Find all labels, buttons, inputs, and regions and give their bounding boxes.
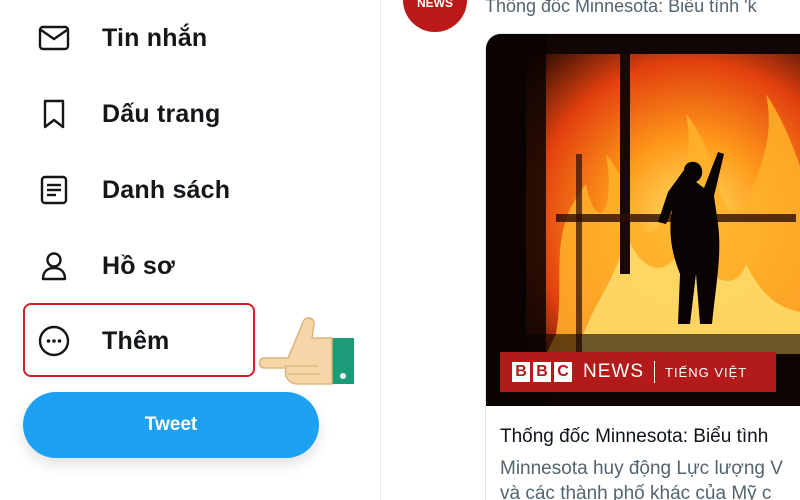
sidebar-item-messages[interactable]: Tin nhắn xyxy=(36,13,207,63)
sidebar-item-bookmarks[interactable]: Dấu trang xyxy=(36,89,220,139)
card-description: Minnesota huy động Lực lượng V và các th… xyxy=(500,456,783,500)
bookmark-icon xyxy=(36,96,72,132)
sidebar-item-label: Dấu trang xyxy=(102,99,221,128)
sidebar: Tin nhắn Dấu trang Danh sách Hồ sơ Thêm … xyxy=(0,0,380,500)
avatar-label: NEWS xyxy=(417,0,453,10)
mail-icon xyxy=(36,20,72,56)
sidebar-item-label: Hồ sơ xyxy=(102,251,175,280)
profile-icon xyxy=(36,248,72,284)
bbc-news-logo: B B C NEWS TIẾNG VIỆT xyxy=(500,352,776,392)
bbc-letter: B xyxy=(512,362,530,382)
sidebar-item-more[interactable]: Thêm xyxy=(36,316,169,366)
bbc-letter: B xyxy=(533,362,551,382)
tweet-header-text: Thống đốc Minnesota: Biểu tình 'k xyxy=(485,0,757,16)
bbc-letter: C xyxy=(554,362,572,382)
more-circle-icon xyxy=(36,323,72,359)
sidebar-item-label: Tin nhắn xyxy=(102,23,208,52)
brand-separator xyxy=(654,361,655,383)
card-desc-line: và các thành phố khác của Mỹ c xyxy=(500,483,772,500)
feed: NEWS Thống đốc Minnesota: Biểu tình 'k B… xyxy=(381,0,800,500)
card-title: Thống đốc Minnesota: Biểu tình xyxy=(500,426,769,447)
brand-news: NEWS xyxy=(583,361,644,382)
card-desc-line: Minnesota huy động Lực lượng V xyxy=(500,458,783,479)
pointing-hand-icon xyxy=(258,312,358,395)
brand-subtitle: TIẾNG VIỆT xyxy=(665,364,748,380)
avatar[interactable]: NEWS xyxy=(403,0,467,32)
sidebar-item-lists[interactable]: Danh sách xyxy=(36,165,230,215)
sidebar-item-profile[interactable]: Hồ sơ xyxy=(36,241,175,291)
tweet-button[interactable]: Tweet xyxy=(23,392,319,458)
sidebar-item-label: Thêm xyxy=(102,326,170,355)
list-icon xyxy=(36,172,72,208)
news-image xyxy=(486,34,800,406)
news-card[interactable]: B B C NEWS TIẾNG VIỆT Thống đốc Minnesot… xyxy=(485,33,800,500)
sidebar-item-label: Danh sách xyxy=(102,175,231,204)
